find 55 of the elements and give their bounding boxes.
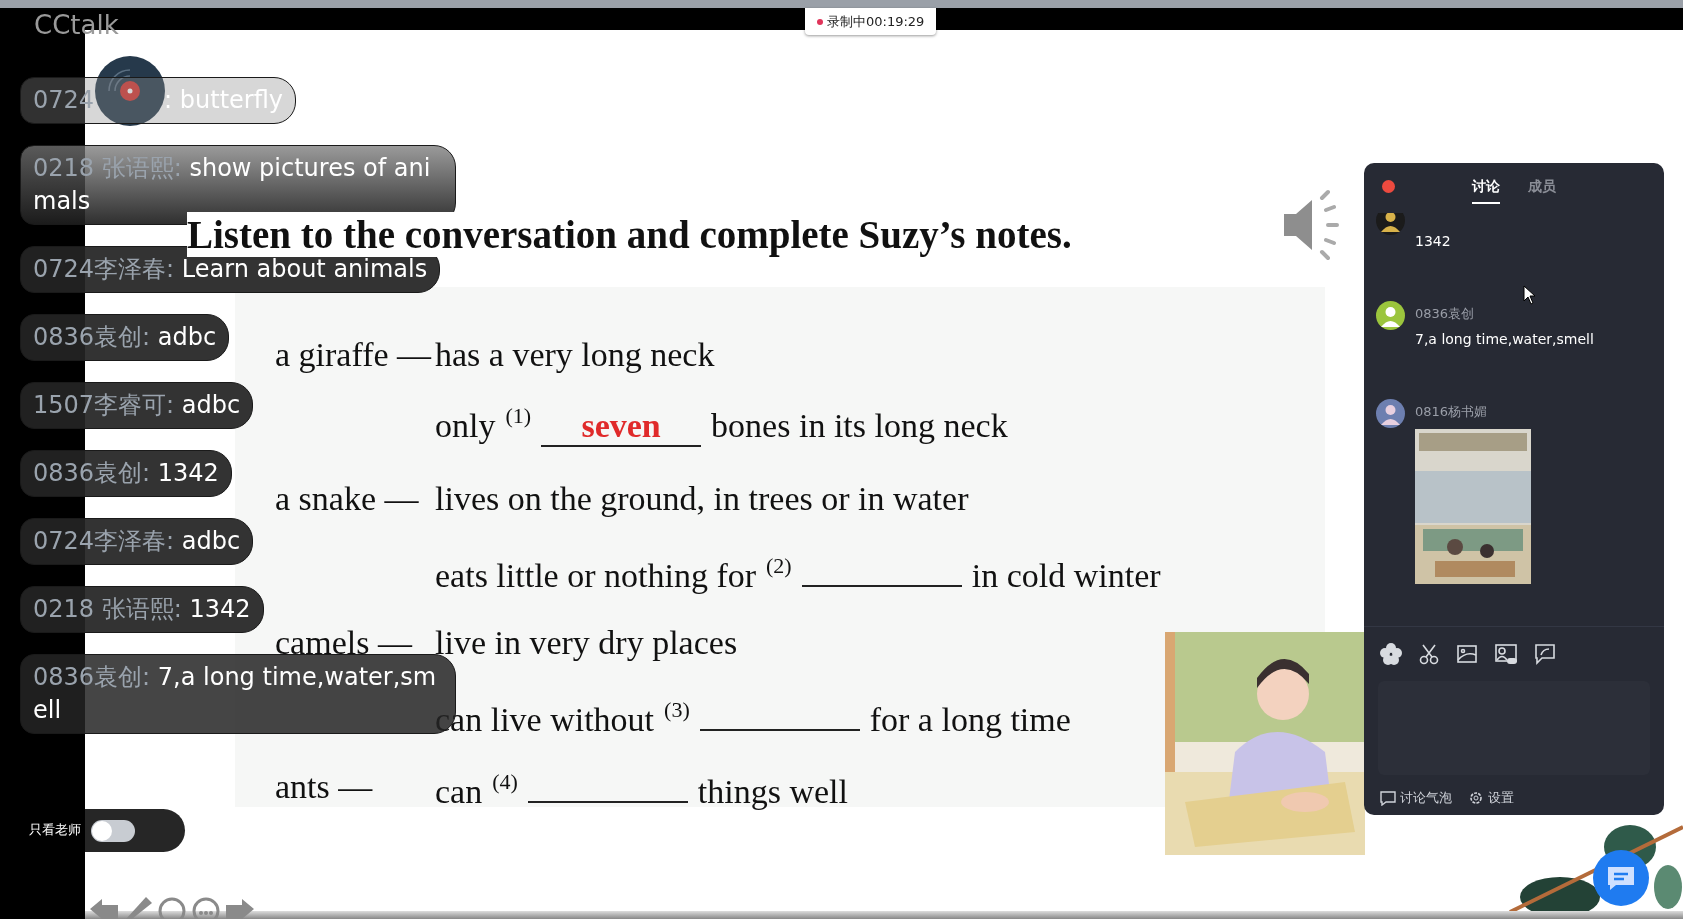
note-text: can bbox=[435, 773, 483, 811]
note-text: in cold winter bbox=[971, 557, 1161, 595]
person-screen-icon[interactable] bbox=[1494, 643, 1518, 666]
message-text: 1342 bbox=[1415, 232, 1451, 249]
note-text: live in very dry places bbox=[435, 624, 739, 662]
note-text: eats little or nothing for bbox=[435, 557, 757, 595]
speech-bubble-icon bbox=[1380, 790, 1396, 806]
chat-bubble: 0836袁创: 1342 bbox=[20, 450, 232, 497]
note-text: only bbox=[435, 407, 496, 445]
filled-answer: seven bbox=[541, 407, 702, 447]
recording-time: 录制中00:19:29 bbox=[827, 12, 925, 31]
chat-bubble: 1507李睿可: adbc bbox=[20, 382, 254, 429]
more-icon[interactable] bbox=[192, 897, 220, 919]
back-arrow-icon[interactable] bbox=[90, 899, 118, 919]
animal-label: ants — bbox=[275, 768, 373, 805]
message-text: 7,a long time,water,smell bbox=[1415, 330, 1594, 347]
animal-label: a giraffe — bbox=[275, 336, 432, 373]
cursor-icon bbox=[1523, 285, 1537, 305]
blank-number: (4) bbox=[492, 769, 518, 795]
blank-number: (1) bbox=[505, 403, 532, 429]
chat-icon bbox=[1606, 865, 1636, 891]
panel-tab[interactable]: 成员 bbox=[1528, 171, 1556, 204]
toggle-switch[interactable] bbox=[91, 819, 135, 842]
bubble-toggle-button[interactable]: 讨论气泡 bbox=[1380, 789, 1452, 807]
chat-bubble: 0724李泽春: adbc bbox=[20, 518, 254, 565]
animal-label: a snake — bbox=[275, 480, 419, 517]
comment-icon[interactable] bbox=[1534, 643, 1556, 666]
note-text: has a very long neck bbox=[435, 336, 716, 374]
animal-label: camels — bbox=[275, 624, 412, 661]
pencil-icon[interactable] bbox=[124, 895, 152, 919]
flower-icon[interactable] bbox=[1380, 643, 1402, 666]
sender-name: 0816杨书媚 bbox=[1415, 402, 1488, 421]
toggle-label: 只看老师 bbox=[29, 821, 81, 839]
forward-arrow-icon[interactable] bbox=[226, 899, 254, 919]
blank-number: (2) bbox=[766, 553, 792, 579]
app-name: CCtalk bbox=[34, 10, 119, 40]
recording-dot bbox=[817, 18, 823, 25]
avatar-icon bbox=[1376, 398, 1405, 428]
disc-icon[interactable] bbox=[95, 56, 165, 126]
settings-button[interactable]: 设置 bbox=[1468, 789, 1514, 807]
note-text: things well bbox=[697, 773, 848, 811]
avatar-icon bbox=[1376, 300, 1405, 330]
blank-number: (3) bbox=[664, 697, 690, 723]
note-text: for a long time bbox=[869, 701, 1071, 739]
close-button[interactable] bbox=[1382, 180, 1395, 193]
avatar-icon bbox=[1376, 212, 1405, 235]
note-text: bones in its long neck bbox=[711, 407, 1008, 445]
chat-bubble: 0836袁创: adbc bbox=[20, 314, 230, 361]
note-text: lives on the ground, in trees or in water bbox=[435, 480, 970, 518]
chat-bubble: 0218 张语熙: 1342 bbox=[20, 586, 264, 633]
gear-icon bbox=[1468, 790, 1484, 806]
image-icon[interactable] bbox=[1456, 643, 1478, 666]
scissors-icon[interactable] bbox=[1418, 643, 1440, 666]
sender-name: 0836袁创 bbox=[1415, 304, 1475, 323]
panel-tab[interactable]: 讨论 bbox=[1472, 171, 1500, 204]
